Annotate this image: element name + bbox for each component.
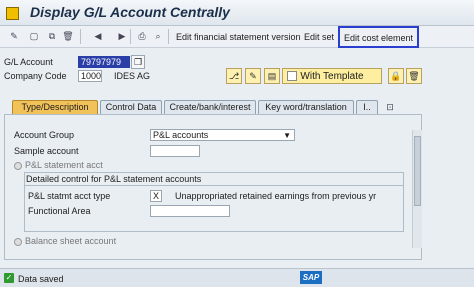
tab-type-description[interactable]: Type/Description	[12, 100, 98, 114]
title-bar: Display G/L Account Centrally	[0, 0, 474, 26]
menu-icon[interactable]	[6, 7, 19, 20]
trash-icon[interactable]: 🗑	[406, 68, 422, 84]
account-group-select[interactable]: P&L accounts ▼	[150, 129, 295, 141]
pl-statmt-type-description: Unappropriated retained earnings from pr…	[175, 191, 377, 201]
document-icon[interactable]: ▤	[264, 68, 280, 84]
edit-set-button[interactable]: Edit set	[304, 32, 334, 42]
previous-icon[interactable]: ◀	[92, 30, 104, 42]
account-group-label: Account Group	[14, 130, 75, 140]
create-icon[interactable]: ▢	[28, 30, 40, 42]
tab-more[interactable]: I..	[356, 100, 378, 114]
balance-sheet-label: Balance sheet account	[25, 236, 117, 246]
company-code-label: Company Code	[4, 71, 67, 81]
functional-area-input[interactable]	[150, 205, 230, 217]
print-icon[interactable]: ⎙	[136, 30, 148, 42]
sap-logo: SAP	[300, 271, 322, 284]
tab-keyword-translation[interactable]: Key word/translation	[258, 100, 354, 114]
edit-pencil-icon[interactable]: ✎	[245, 68, 261, 84]
toolbar-separator	[168, 29, 169, 44]
group-title: Detailed control for P&L statement accou…	[26, 174, 202, 184]
tab-scroll-icon[interactable]: ⊡	[384, 101, 396, 113]
search-help-icon[interactable]: ❐	[131, 55, 145, 69]
chevron-down-icon: ▼	[283, 131, 291, 140]
gl-account-label: G/L Account	[4, 57, 53, 67]
copy-icon[interactable]: ⧉	[46, 30, 58, 42]
group-divider	[24, 185, 404, 186]
sample-account-label: Sample account	[14, 146, 79, 156]
tab-control-data[interactable]: Control Data	[100, 100, 162, 114]
template-icon	[287, 71, 297, 81]
pl-statmt-type-label: P&L statmt acct type	[28, 191, 111, 201]
toolbar-separator	[80, 29, 81, 44]
checkmark-icon: ✓	[4, 273, 14, 283]
balance-sheet-radio[interactable]	[14, 238, 22, 246]
pl-statement-radio[interactable]	[14, 162, 22, 170]
lock-icon[interactable]: 🔒	[388, 68, 404, 84]
company-name: IDES AG	[114, 71, 151, 81]
vertical-scrollbar[interactable]	[412, 130, 422, 248]
edit-cost-element-button[interactable]: Edit cost element	[338, 26, 420, 48]
pencil-glasses-icon[interactable]: ✎	[8, 30, 20, 42]
functional-area-label: Functional Area	[28, 206, 91, 216]
edit-fs-version-button[interactable]: Edit financial statement version	[176, 32, 301, 42]
next-icon[interactable]: ▶	[116, 30, 128, 42]
status-message: Data saved	[18, 274, 64, 284]
application-toolbar: ✎ ▢ ⧉ 🗑 ◀ ▶ ⎙ ⌕ Edit financial statement…	[0, 26, 474, 48]
page-title: Display G/L Account Centrally	[30, 4, 230, 20]
toolbar-separator	[130, 29, 131, 44]
hierarchy-icon[interactable]: ⎇	[226, 68, 242, 84]
sample-account-input[interactable]	[150, 145, 200, 157]
status-bar: ✓ Data saved SAP	[0, 268, 474, 287]
delete-icon[interactable]: 🗑	[62, 30, 74, 42]
find-icon[interactable]: ⌕	[152, 30, 164, 42]
scrollbar-thumb[interactable]	[414, 136, 421, 206]
gl-account-input[interactable]: 79797979	[78, 56, 130, 68]
pl-statement-acct-label: P&L statement acct	[25, 160, 103, 170]
with-template-button[interactable]: With Template	[282, 68, 382, 84]
with-template-label: With Template	[300, 70, 364, 82]
pl-statmt-type-input[interactable]: X	[150, 190, 162, 202]
company-code-input[interactable]: 1000	[78, 70, 102, 82]
tab-create-bank-interest[interactable]: Create/bank/interest	[164, 100, 256, 114]
account-group-value: P&L accounts	[153, 130, 209, 140]
